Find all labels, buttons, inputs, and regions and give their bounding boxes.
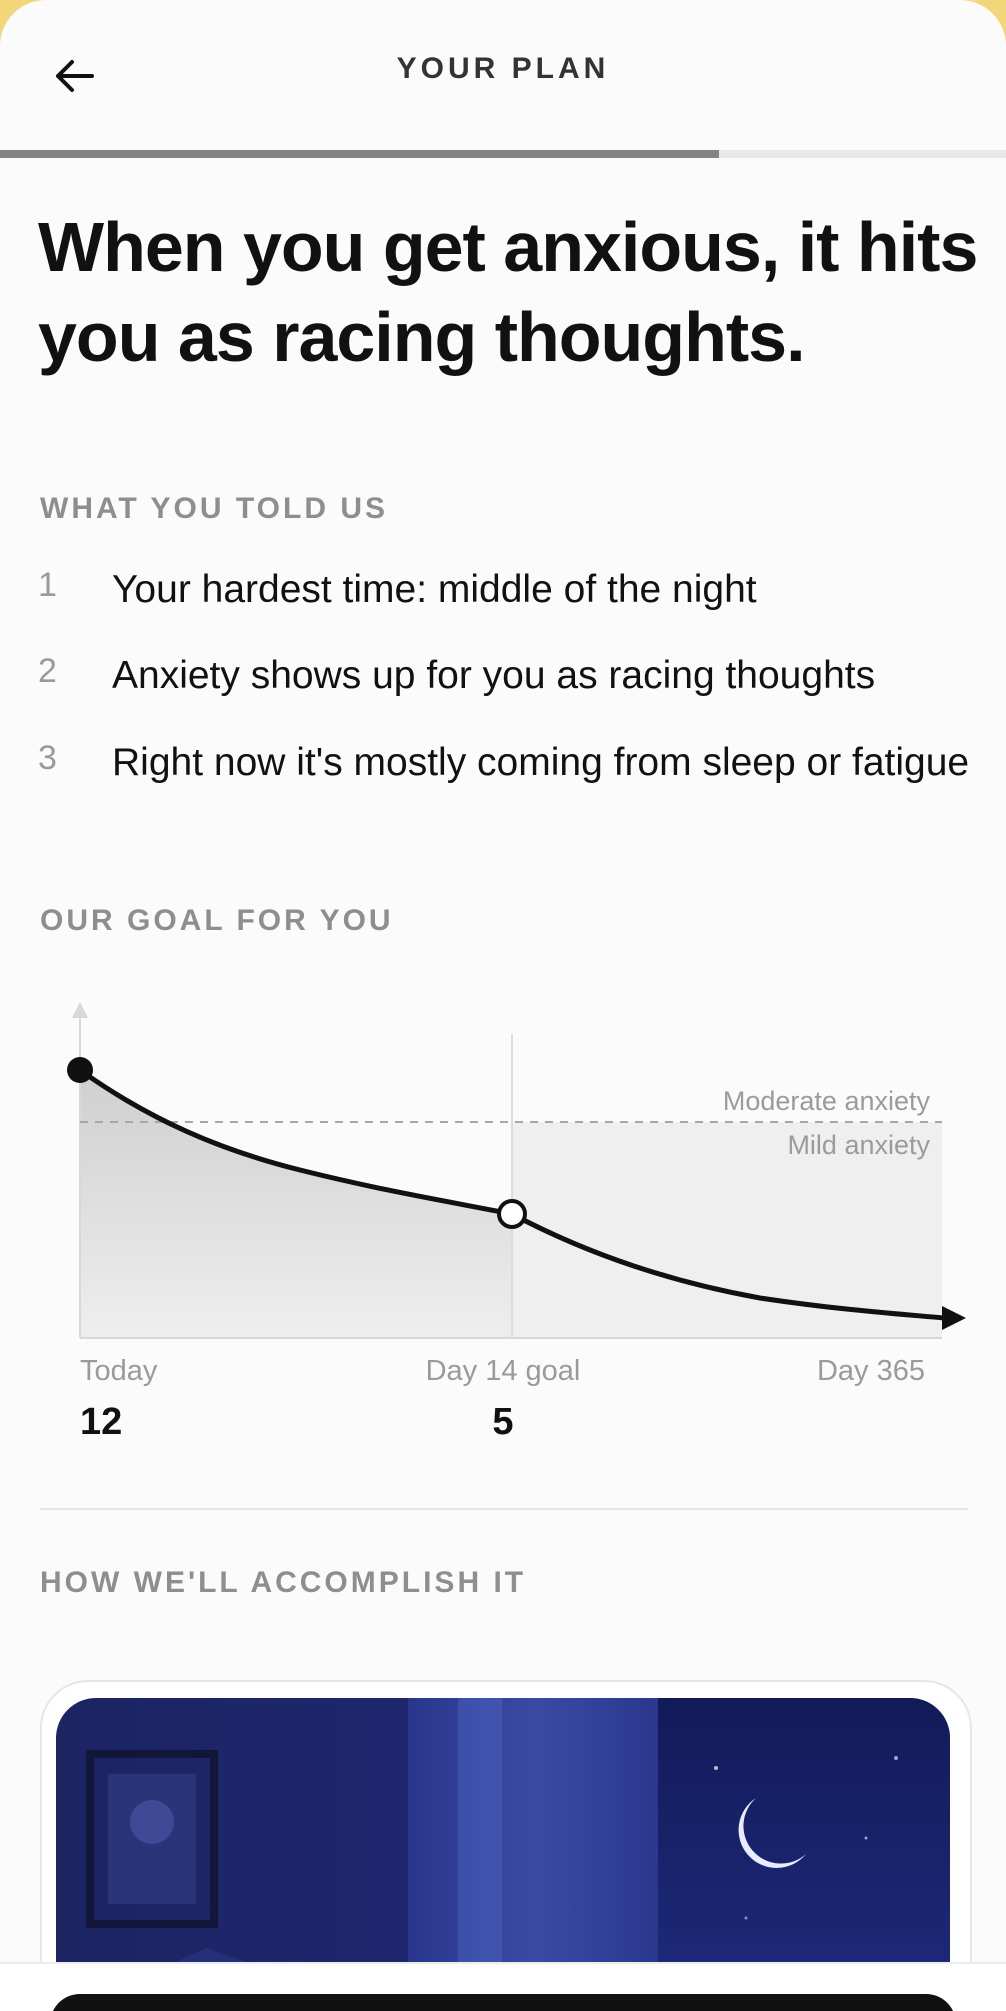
section-label-told: WHAT YOU TOLD US: [40, 492, 388, 525]
list-item: 3 Right now it's mostly coming from slee…: [38, 735, 978, 791]
item-number: 1: [38, 566, 57, 604]
section-label-accomplish: HOW WE'LL ACCOMPLISH IT: [40, 1566, 527, 1599]
page-title: YOUR PLAN: [396, 52, 610, 85]
item-number: 2: [38, 652, 57, 690]
x-label-today: Today: [80, 1355, 158, 1387]
item-text: Anxiety shows up for you as racing thoug…: [112, 654, 876, 697]
item-text: Right now it's mostly coming from sleep …: [112, 741, 970, 784]
x-label-day14: Day 14 goal: [426, 1355, 581, 1387]
value-today: 12: [80, 1401, 122, 1440]
section-label-goal: OUR GOAL FOR YOU: [40, 904, 394, 937]
top-bar: YOUR PLAN: [0, 0, 1006, 150]
section-divider: [40, 1508, 968, 1510]
headline: When you get anxious, it hits you as rac…: [38, 208, 978, 376]
list-item: 1 Your hardest time: middle of the night: [38, 562, 978, 618]
threshold-label-moderate: Moderate anxiety: [723, 1086, 931, 1116]
item-text: Your hardest time: middle of the night: [112, 568, 757, 611]
point-today: [67, 1057, 93, 1083]
x-label-day365: Day 365: [817, 1355, 925, 1387]
curve-end-arrow: [942, 1306, 966, 1330]
continue-button[interactable]: [50, 1994, 956, 2011]
plan-screen: YOUR PLAN When you get anxious, it hits …: [0, 0, 1006, 2011]
progress-fill: [0, 150, 720, 158]
point-day14-goal: [497, 1199, 527, 1229]
threshold-label-mild: Mild anxiety: [787, 1130, 930, 1160]
progress-bar: [0, 150, 1006, 158]
list-item: 2 Anxiety shows up for you as racing tho…: [38, 648, 978, 704]
item-number: 3: [38, 739, 57, 777]
goal-chart: Moderate anxiety Mild anxiety Today Day …: [67, 1002, 966, 1440]
value-day14: 5: [492, 1401, 513, 1440]
y-axis-arrow: [72, 1002, 88, 1018]
